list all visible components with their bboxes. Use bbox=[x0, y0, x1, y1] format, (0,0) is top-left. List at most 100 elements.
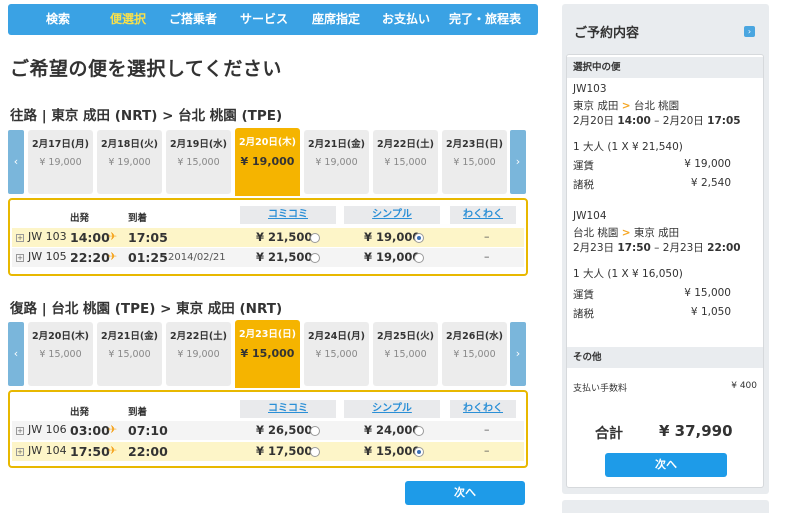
date-price: ¥ 19,000 bbox=[315, 157, 358, 168]
nav-step-complete[interactable]: 完了・旅程表 bbox=[437, 4, 533, 35]
next-button[interactable]: 次へ bbox=[405, 481, 525, 505]
fare-wakuwaku-header[interactable]: わくわく bbox=[450, 400, 516, 418]
date-price: ¥ 15,000 bbox=[177, 157, 220, 168]
schedule-time: 17:05 bbox=[707, 115, 741, 127]
fare-simple-price: ¥ 19,000 bbox=[364, 230, 421, 244]
fare-comicomi-radio[interactable] bbox=[310, 426, 320, 436]
arrival-date: 2014/02/21 bbox=[168, 252, 226, 263]
return-schedule: 2月23日 17:50 – 2月23日 22:00 bbox=[573, 242, 741, 254]
booking-summary-sidebar: ご予約内容 › 選択中の便 JW103 東京 成田 > 台北 桃園 2月20日 … bbox=[562, 4, 769, 494]
total-label: 合計 bbox=[595, 426, 623, 442]
outbound-date-tab[interactable]: 2月17日(月) ¥ 19,000 bbox=[28, 130, 93, 194]
return-date-tab[interactable]: 2月24日(月) ¥ 15,000 bbox=[304, 322, 369, 386]
outbound-prev-dates-button[interactable]: ‹ bbox=[8, 130, 24, 194]
fare-simple-radio-selected[interactable] bbox=[414, 447, 424, 457]
outbound-date-tab[interactable]: 2月23日(日) ¥ 15,000 bbox=[442, 130, 507, 194]
outbound-next-dates-button[interactable]: › bbox=[510, 130, 526, 194]
fare-wakuwaku-price: – bbox=[484, 444, 490, 457]
fare-comicomi-header[interactable]: コミコミ bbox=[240, 206, 336, 224]
return-next-dates-button[interactable]: › bbox=[510, 322, 526, 386]
sidebar-bottom-panel bbox=[562, 500, 769, 513]
return-date-tab[interactable]: 2月20日(木) ¥ 15,000 bbox=[28, 322, 93, 386]
date-label: 2月23日(日) bbox=[445, 139, 503, 150]
nav-step-flight-select[interactable]: 便選択 bbox=[98, 4, 158, 35]
flight-row[interactable]: + JW 103 14:00 ✈ 17:05 ¥ 21,500 ¥ 19,000… bbox=[12, 228, 524, 247]
schedule-date: 2月23日 bbox=[573, 242, 615, 254]
return-route-title: 復路 | 台北 桃園 (TPE) > 東京 成田 (NRT) bbox=[10, 301, 283, 317]
outbound-passenger-summary: 1 大人 (1 X ¥ 21,540) bbox=[573, 141, 683, 153]
arrival-time: 17:05 bbox=[128, 230, 168, 245]
arrive-header: 到着 bbox=[128, 213, 148, 224]
outbound-route-title: 往路 | 東京 成田 (NRT) > 台北 桃園 (TPE) bbox=[10, 108, 283, 124]
return-date-tab[interactable]: 2月21日(金) ¥ 15,000 bbox=[97, 322, 162, 386]
date-price: ¥ 19,000 bbox=[108, 157, 151, 168]
arrow-icon: > bbox=[621, 227, 631, 239]
return-date-tab[interactable]: 2月22日(土) ¥ 19,000 bbox=[166, 322, 231, 386]
outbound-date-tab[interactable]: 2月18日(火) ¥ 19,000 bbox=[97, 130, 162, 194]
schedule-date: 2月23日 bbox=[662, 242, 704, 254]
sidebar-next-button[interactable]: 次へ bbox=[605, 453, 727, 477]
return-date-tab[interactable]: 2月25日(火) ¥ 15,000 bbox=[373, 322, 438, 386]
arrow-icon: > bbox=[621, 100, 631, 112]
summary-box: 選択中の便 JW103 東京 成田 > 台北 桃園 2月20日 14:00 – … bbox=[566, 54, 764, 488]
other-section-header: その他 bbox=[567, 347, 763, 368]
date-price: ¥ 15,000 bbox=[384, 157, 427, 168]
fare-simple-header[interactable]: シンプル bbox=[344, 400, 440, 418]
date-price: ¥ 15,000 bbox=[453, 157, 496, 168]
outbound-tax-amount: ¥ 2,540 bbox=[690, 177, 731, 189]
nav-step-seats[interactable]: 座席指定 bbox=[303, 4, 369, 35]
fare-wakuwaku-price: – bbox=[484, 250, 490, 263]
date-label: 2月26日(水) bbox=[445, 331, 503, 342]
fare-comicomi-radio[interactable] bbox=[310, 447, 320, 457]
fare-simple-radio[interactable] bbox=[414, 426, 424, 436]
date-label: 2月22日(土) bbox=[169, 331, 227, 342]
date-price: ¥ 15,000 bbox=[384, 349, 427, 360]
arrive-header: 到着 bbox=[128, 407, 148, 418]
depart-header: 出発 bbox=[70, 213, 90, 224]
arrival-time: 01:25 bbox=[128, 250, 168, 265]
date-label: 2月17日(月) bbox=[31, 139, 89, 150]
return-flight-number: JW104 bbox=[573, 210, 607, 222]
collapse-arrow-icon[interactable]: › bbox=[744, 26, 755, 37]
expand-icon[interactable]: + bbox=[16, 448, 24, 456]
outbound-date-tab-selected[interactable]: 2月20日(木) ¥ 19,000 bbox=[235, 128, 300, 196]
fare-simple-radio[interactable] bbox=[414, 253, 424, 263]
outbound-flight-number: JW103 bbox=[573, 83, 607, 95]
fare-simple-header[interactable]: シンプル bbox=[344, 206, 440, 224]
expand-icon[interactable]: + bbox=[16, 254, 24, 262]
expand-icon[interactable]: + bbox=[16, 234, 24, 242]
return-date-tab[interactable]: 2月26日(水) ¥ 15,000 bbox=[442, 322, 507, 386]
sidebar-title: ご予約内容 bbox=[574, 26, 640, 41]
flight-row[interactable]: + JW 106 03:00 ✈ 07:10 ¥ 26,500 ¥ 24,000… bbox=[12, 421, 524, 440]
return-tax-amount: ¥ 1,050 bbox=[690, 306, 731, 318]
fare-comicomi-radio[interactable] bbox=[310, 253, 320, 263]
departure-time: 22:20 bbox=[70, 250, 110, 265]
nav-step-passengers[interactable]: ご搭乗者 bbox=[163, 4, 223, 35]
nav-step-payment[interactable]: お支払い bbox=[373, 4, 439, 35]
return-passenger-summary: 1 大人 (1 X ¥ 16,050) bbox=[573, 268, 683, 280]
date-label: 2月18日(火) bbox=[100, 139, 158, 150]
fare-simple-price: ¥ 24,000 bbox=[364, 423, 421, 437]
total-amount: ¥ 37,990 bbox=[659, 422, 733, 440]
tax-label: 諸税 bbox=[573, 179, 594, 191]
flight-row[interactable]: + JW 105 22:20 ✈ 01:25 2014/02/21 ¥ 21,5… bbox=[12, 248, 524, 267]
schedule-date: 2月20日 bbox=[573, 115, 615, 127]
plane-icon: ✈ bbox=[108, 444, 118, 457]
return-fare-amount: ¥ 15,000 bbox=[684, 287, 731, 299]
outbound-fare-amount: ¥ 19,000 bbox=[684, 158, 731, 170]
fare-wakuwaku-header[interactable]: わくわく bbox=[450, 206, 516, 224]
date-price: ¥ 15,000 bbox=[240, 347, 295, 360]
outbound-date-tab[interactable]: 2月22日(土) ¥ 15,000 bbox=[373, 130, 438, 194]
return-date-tab-selected[interactable]: 2月23日(日) ¥ 15,000 bbox=[235, 320, 300, 388]
expand-icon[interactable]: + bbox=[16, 427, 24, 435]
return-prev-dates-button[interactable]: ‹ bbox=[8, 322, 24, 386]
fare-comicomi-radio[interactable] bbox=[310, 233, 320, 243]
flight-row[interactable]: + JW 104 17:50 ✈ 22:00 ¥ 17,500 ¥ 15,000… bbox=[12, 442, 524, 461]
outbound-date-tab[interactable]: 2月21日(金) ¥ 19,000 bbox=[304, 130, 369, 194]
nav-step-services[interactable]: サービス bbox=[230, 4, 298, 35]
outbound-date-tab[interactable]: 2月19日(水) ¥ 15,000 bbox=[166, 130, 231, 194]
fare-simple-radio-selected[interactable] bbox=[414, 233, 424, 243]
fare-comicomi-header[interactable]: コミコミ bbox=[240, 400, 336, 418]
date-price: ¥ 19,000 bbox=[177, 349, 220, 360]
nav-step-search[interactable]: 検索 bbox=[30, 4, 86, 35]
